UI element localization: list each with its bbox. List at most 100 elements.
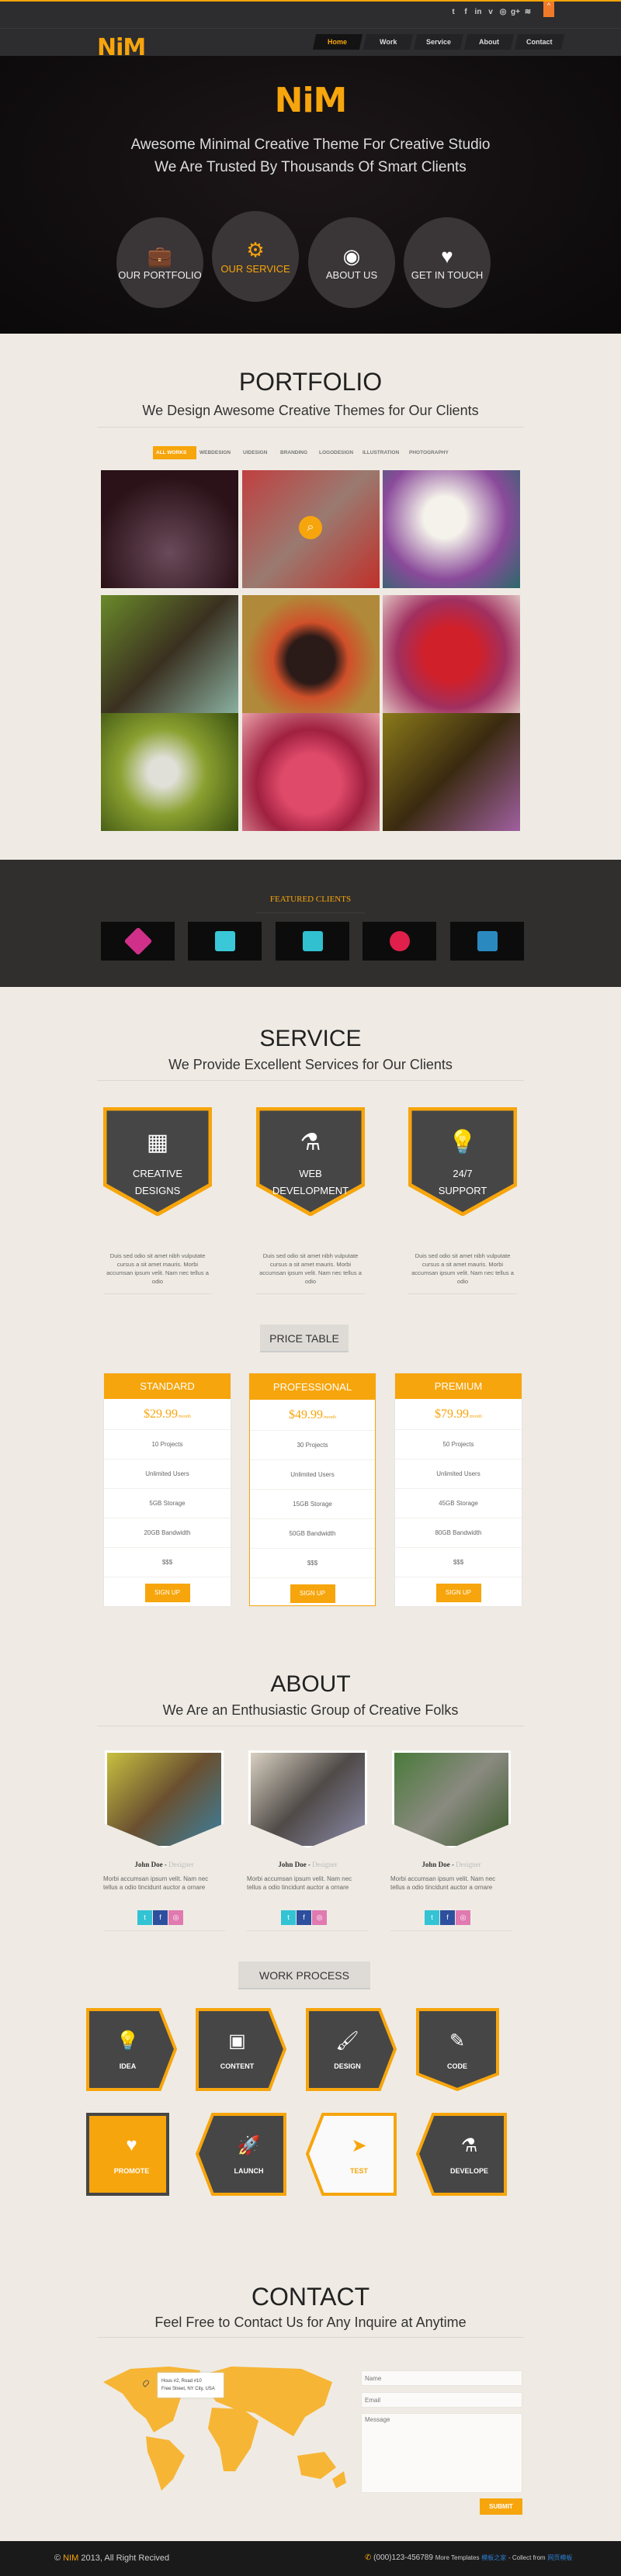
hero-button-3[interactable]: ♥ GET IN TOUCH [404,217,491,308]
plan-feature: 50 Projects [395,1430,522,1459]
process-step-idea[interactable]: 💡 IDEA [82,2008,173,2091]
code-icon: ✎ [449,2031,466,2051]
twitter-icon[interactable]: t [137,1910,152,1925]
portfolio-item-pink-shoes[interactable] [242,713,380,831]
sign-up-button[interactable]: SIGN UP [144,1584,190,1602]
twitter-icon[interactable]: t [281,1910,296,1925]
service-description: Duis sed odio sit amet nibh vulputate cu… [259,1252,362,1285]
filter-branding[interactable]: BRANDING [277,446,316,459]
filter-photography[interactable]: PHOTOGRAPHY [406,446,456,459]
process-step-develope[interactable]: ⚗ DEVELOPE [424,2113,515,2196]
nav-work[interactable]: Work [363,34,414,50]
filter-illustration[interactable]: ILLUSTRATION [359,446,406,459]
nav-about[interactable]: About [463,34,515,50]
client-logo-mark [302,931,323,951]
collect-link[interactable]: 网页模板 [547,2554,572,2561]
google-plus-icon[interactable]: g+ [511,8,520,19]
dribbble-icon[interactable]: ◎ [168,1910,183,1925]
filter-logodesign[interactable]: LOGODESIGN [316,446,359,459]
nav-service[interactable]: Service [413,34,464,50]
service-label-1: WEB [299,1168,322,1179]
portfolio-item-horse[interactable] [101,595,238,713]
nav-contact[interactable]: Contact [514,34,565,50]
linkedin-icon[interactable]: in [474,8,483,19]
client-logo-mark [214,931,235,951]
facebook-icon[interactable]: f [461,8,470,19]
process-step-promote[interactable]: ♥ PROMOTE [86,2113,177,2196]
submit-button[interactable]: SUBMIT [480,2498,522,2515]
portfolio-item-sneakers[interactable] [101,470,238,588]
facebook-icon[interactable]: f [440,1910,455,1925]
service-label-2: SUPPORT [438,1185,487,1196]
client-logo-3[interactable] [363,922,436,961]
facebook-icon[interactable]: f [297,1910,311,1925]
divider [390,1930,512,1931]
vimeo-icon[interactable]: v [486,8,495,19]
phone-number: (000)123-456789 [373,2553,433,2562]
portfolio-item-orchid[interactable] [383,470,520,588]
plan-price: $29.99 [143,1407,178,1421]
price-plan-premium: PREMIUM $79.99/month 50 Projects Unlimited … [395,1373,522,1606]
hero-button-1[interactable]: ⚙ OUR SERVICE [212,211,299,302]
portfolio-item-butterfly[interactable] [242,595,380,713]
price-table-button[interactable]: PRICE TABLE [260,1324,349,1352]
dribbble-icon[interactable]: ◎ [456,1910,470,1925]
portfolio-item-strawberries[interactable] [383,595,520,713]
member-socials: t f ◎ [388,1910,507,1925]
plan-feature: 45GB Storage [395,1489,522,1518]
process-step-code[interactable]: ✎ CODE [416,2008,507,2091]
email-input[interactable] [361,2392,522,2408]
address-card: Hous #2, Road #10 Free Street, NY City, … [158,2373,224,2398]
facebook-icon[interactable]: f [153,1910,168,1925]
plan-feature: $$$ [104,1548,231,1577]
develope-icon: ⚗ [460,2135,478,2156]
client-logo-1[interactable] [188,922,262,961]
sign-up-button[interactable]: SIGN UP [290,1584,335,1603]
service-label-2: DEVELOPMENT [272,1185,349,1196]
client-logo-4[interactable] [450,922,524,961]
portfolio-item-bicycle[interactable] [383,713,520,831]
phone-icon: ✆ [365,2553,372,2562]
scroll-top-tab[interactable]: ^ [543,2,554,17]
plan-feature: 30 Projects [250,1431,375,1460]
member-name: John Doe [422,1861,450,1868]
dribbble-icon[interactable]: ◎ [312,1910,327,1925]
twitter-icon[interactable]: t [449,8,458,19]
client-logo-2[interactable] [276,922,349,961]
hero-button-2[interactable]: ◉ ABOUT US [308,217,395,308]
nav-home[interactable]: Home [312,34,363,50]
world-map [103,2367,346,2491]
client-logo-mark [123,926,152,956]
process-step-content[interactable]: ▣ CONTENT [192,2008,283,2091]
footer-brand: NIM [63,2553,79,2563]
service-label-1: 24/7 [453,1168,473,1179]
test-icon: ➤ [351,2135,367,2156]
process-step-launch[interactable]: 🚀 LAUNCH [203,2113,294,2196]
member-socials: t f ◎ [245,1910,363,1925]
plan-feature: 5GB Storage [104,1489,231,1518]
plan-feature: Unlimited Users [104,1459,231,1489]
zoom-icon[interactable]: ⌕ [299,516,322,539]
filter-webdesign[interactable]: WEBDESIGN [196,446,240,459]
name-input[interactable] [361,2370,522,2386]
portfolio-item-dandelion[interactable] [101,713,238,831]
dribbble-icon[interactable]: ◎ [498,8,508,19]
promote-icon: ♥ [126,2135,137,2155]
client-logo-0[interactable] [101,922,175,961]
clients-title: FEATURED CLIENTS [269,895,352,904]
work-process-button[interactable]: WORK PROCESS [238,1961,370,1989]
message-input[interactable] [361,2413,522,2493]
templates-link[interactable]: 模板之家 [481,2554,506,2561]
twitter-icon[interactable]: t [425,1910,439,1925]
process-step-design[interactable]: 🖌 DESIGN [302,2008,393,2091]
process-step-test[interactable]: ➤ TEST [314,2113,404,2196]
hero-button-label: OUR PORTFOLIO [118,269,202,281]
filter-all-works[interactable]: ALL WORKS [153,446,196,459]
filter-uidesign[interactable]: UIDESIGN [240,446,277,459]
process-step-label: TEST [349,2167,368,2175]
sign-up-button[interactable]: SIGN UP [435,1584,481,1602]
rss-icon[interactable]: ≋ [523,8,533,19]
client-logo-mark [477,931,498,951]
address-line-2: Free Street, NY City, USA [161,2387,215,2391]
hero-button-0[interactable]: 💼 OUR PORTFOLIO [116,217,203,308]
